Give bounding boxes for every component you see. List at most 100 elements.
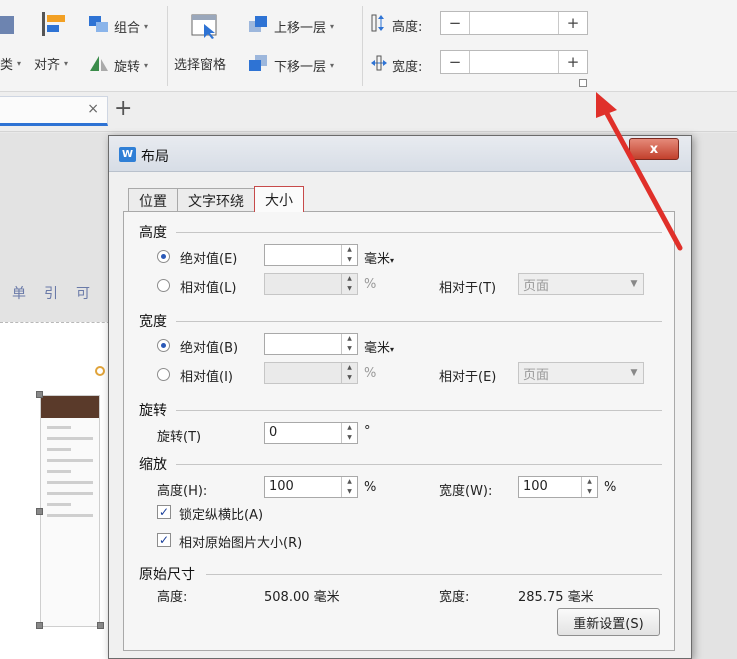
height-relative-label: 相对值(L): [180, 281, 237, 296]
close-tab-icon[interactable]: ×: [87, 101, 99, 117]
mini-toolbar-item[interactable]: 引: [44, 283, 58, 303]
height-unit-dropdown[interactable]: 毫米▾: [364, 248, 394, 267]
scale-height-label: 高度(H):: [157, 484, 208, 499]
dialog-launcher-icon[interactable]: [579, 79, 587, 87]
ribbon-separator: [167, 6, 168, 86]
relative-original-size-checkbox[interactable]: ✓: [157, 533, 171, 547]
scale-width-unit: %: [604, 480, 617, 495]
height-absolute-input[interactable]: ▲ ▼: [264, 244, 358, 266]
dialog-title: 布局: [141, 149, 169, 165]
height-stepper[interactable]: − +: [440, 11, 588, 35]
tab-text-wrap[interactable]: 文字环绕: [177, 188, 255, 212]
width-relative-input[interactable]: ▲ ▼: [264, 362, 358, 384]
document-tab[interactable]: ×: [0, 96, 108, 126]
original-height-value: 508.00 毫米: [264, 590, 340, 605]
height-relative-unit: %: [364, 277, 377, 292]
size-tab-panel: 高度 绝对值(E) ▲ ▼ 毫米▾ 相对值(L) ▲ ▼ % 相对于(T) 页面 ▼…: [123, 211, 675, 651]
rotate-input[interactable]: 0 ▲ ▼: [264, 422, 358, 444]
height-field[interactable]: [469, 12, 559, 34]
width-relative-to-select[interactable]: 页面 ▼: [518, 362, 644, 384]
width-section-title: 宽度: [139, 314, 167, 330]
new-tab-button[interactable]: +: [114, 96, 132, 121]
width-icon: [370, 54, 388, 76]
document-mini-toolbar: 单 引 可: [12, 283, 90, 303]
width-relative-label: 相对值(I): [180, 370, 233, 385]
mini-toolbar-item[interactable]: 可: [76, 283, 90, 303]
height-section-title: 高度: [139, 225, 167, 241]
align-button[interactable]: 对齐 ▾: [34, 54, 68, 73]
bring-forward-button[interactable]: 上移一层 ▾: [248, 15, 334, 37]
width-increment-button[interactable]: +: [559, 51, 587, 73]
ribbon-toolbar: 类 ▾ 对齐 ▾ 组合 ▾ 旋转 ▾ 选择窗格 上移一层 ▾ 下移一层 ▾ 高度: −: [0, 0, 737, 92]
scale-height-input[interactable]: 100 ▲ ▼: [264, 476, 358, 498]
height-increment-button[interactable]: +: [559, 12, 587, 34]
bring-forward-icon: [248, 15, 270, 37]
tab-size[interactable]: 大小: [254, 186, 304, 212]
mini-toolbar-item[interactable]: 单: [12, 283, 26, 303]
ribbon-separator: [362, 6, 363, 86]
height-relative-input[interactable]: ▲ ▼: [264, 273, 358, 295]
scale-width-input[interactable]: 100 ▲ ▼: [518, 476, 598, 498]
width-absolute-label: 绝对值(B): [180, 341, 239, 356]
resize-handle[interactable]: [97, 622, 104, 629]
close-button[interactable]: x: [629, 138, 679, 160]
dialog-titlebar[interactable]: W 布局 x: [109, 136, 691, 172]
rotate-label: 旋转(T): [157, 430, 202, 445]
width-relative-radio[interactable]: [157, 368, 170, 381]
spin-arrows-icon[interactable]: ▲ ▼: [341, 363, 357, 383]
app-icon: W: [119, 147, 136, 162]
width-relative-unit: %: [364, 366, 377, 381]
resize-handle[interactable]: [36, 391, 43, 398]
reset-button[interactable]: 重新设置(S): [557, 608, 660, 636]
scale-width-label: 宽度(W):: [439, 484, 493, 499]
rotate-button[interactable]: 旋转 ▾: [88, 54, 148, 76]
width-label: 宽度:: [370, 54, 422, 76]
selection-pane-button[interactable]: 选择窗格: [174, 54, 226, 73]
resize-handle[interactable]: [36, 508, 43, 515]
original-size-section-title: 原始尺寸: [139, 567, 195, 583]
height-absolute-label: 绝对值(E): [180, 252, 238, 267]
height-icon: [370, 14, 388, 36]
inserted-image[interactable]: [40, 395, 100, 627]
spin-arrows-icon[interactable]: ▲ ▼: [341, 334, 357, 354]
spin-arrows-icon[interactable]: ▲ ▼: [581, 477, 597, 497]
width-absolute-input[interactable]: ▲ ▼: [264, 333, 358, 355]
width-decrement-button[interactable]: −: [441, 51, 469, 73]
dialog-tabs: 位置 文字环绕 大小: [128, 186, 304, 212]
align-icon: [40, 10, 70, 38]
dropdown-icon: ▼: [630, 279, 638, 289]
spin-arrows-icon[interactable]: ▲ ▼: [341, 245, 357, 265]
height-relative-to-select[interactable]: 页面 ▼: [518, 273, 644, 295]
ribbon-left-partial-button[interactable]: [0, 16, 14, 34]
width-absolute-radio[interactable]: [157, 339, 170, 352]
original-width-label: 宽度:: [439, 590, 470, 605]
spin-arrows-icon[interactable]: ▲ ▼: [341, 423, 357, 443]
lock-aspect-ratio-checkbox[interactable]: ✓: [157, 505, 171, 519]
rotate-handle[interactable]: [95, 366, 105, 376]
group-icon: [88, 15, 110, 37]
selection-pane-icon: [190, 12, 220, 40]
group-button[interactable]: 组合 ▾: [88, 15, 148, 37]
ribbon-left-partial-label[interactable]: 类 ▾: [0, 54, 21, 73]
height-absolute-radio[interactable]: [157, 250, 170, 263]
scale-section-title: 缩放: [139, 457, 167, 473]
tab-position[interactable]: 位置: [128, 188, 178, 212]
lock-aspect-ratio-label: 锁定纵横比(A): [179, 508, 264, 523]
rotate-icon: [88, 54, 110, 76]
document-tab-bar: ×: [0, 92, 737, 132]
dropdown-icon: ▼: [630, 368, 638, 378]
width-stepper[interactable]: − +: [440, 50, 588, 74]
send-backward-button[interactable]: 下移一层 ▾: [248, 54, 334, 76]
original-height-label: 高度:: [157, 590, 188, 605]
rotate-unit: °: [364, 424, 371, 439]
width-field[interactable]: [469, 51, 559, 73]
height-relative-radio[interactable]: [157, 279, 170, 292]
spin-arrows-icon[interactable]: ▲ ▼: [341, 274, 357, 294]
rotate-section-title: 旋转: [139, 403, 167, 419]
height-decrement-button[interactable]: −: [441, 12, 469, 34]
spin-arrows-icon[interactable]: ▲ ▼: [341, 477, 357, 497]
wrap-icon: [0, 16, 14, 34]
width-unit-dropdown[interactable]: 毫米▾: [364, 337, 394, 356]
resize-handle[interactable]: [36, 622, 43, 629]
scale-height-unit: %: [364, 480, 377, 495]
